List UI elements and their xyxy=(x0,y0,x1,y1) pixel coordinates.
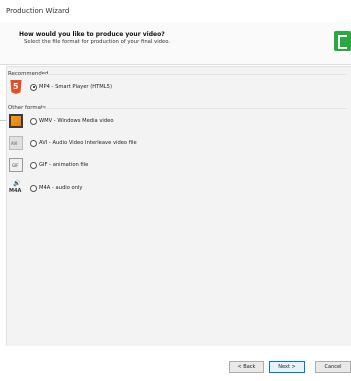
app-logo-icon xyxy=(334,31,351,51)
format-list-panel: Recommended MP4 - Smart Player (HTML5) O… xyxy=(6,66,351,347)
m4a-icon: 🔊 M4A xyxy=(9,180,23,196)
wmv-label: WMV - Windows Media video xyxy=(39,118,114,124)
wizard-subtitle: Select the file format for production of… xyxy=(24,39,171,45)
option-m4a[interactable]: 🔊 M4A M4A - audio only xyxy=(9,180,83,196)
avi-label: AVI - Audio Video Interleave video file xyxy=(39,140,137,146)
option-wmv[interactable]: WMV - Windows Media video xyxy=(9,113,114,129)
cancel-button[interactable]: Cancel xyxy=(315,361,351,373)
wizard-footer: < Back Next > Cancel xyxy=(0,346,351,381)
gif-radio[interactable] xyxy=(30,161,37,169)
wmv-radio[interactable] xyxy=(30,117,37,125)
next-button[interactable]: Next > xyxy=(269,361,305,373)
m4a-label: M4A - audio only xyxy=(39,185,83,191)
window-title: Production Wizard xyxy=(6,7,70,15)
m4a-radio[interactable] xyxy=(30,184,37,192)
option-mp4[interactable]: MP4 - Smart Player (HTML5) xyxy=(9,79,112,95)
wmv-icon xyxy=(9,114,23,128)
m4a-icon-text: M4A xyxy=(9,188,22,194)
gif-label: GIF - animation file xyxy=(39,162,89,168)
gif-icon xyxy=(9,158,23,172)
mp4-label: MP4 - Smart Player (HTML5) xyxy=(39,84,112,90)
section-divider xyxy=(41,74,347,75)
html5-icon xyxy=(10,80,22,94)
option-gif[interactable]: GIF - animation file xyxy=(9,157,88,173)
wizard-header: How would you like to produce your video… xyxy=(0,22,351,65)
back-button[interactable]: < Back xyxy=(229,361,264,373)
wizard-question: How would you like to produce your video… xyxy=(19,31,165,38)
avi-radio[interactable] xyxy=(30,139,37,147)
option-avi[interactable]: AVI - Audio Video Interleave video file xyxy=(9,135,137,151)
section-divider xyxy=(41,108,347,109)
speaker-icon: 🔊 xyxy=(13,180,21,187)
mp4-radio[interactable] xyxy=(30,83,37,91)
avi-icon xyxy=(9,136,23,150)
